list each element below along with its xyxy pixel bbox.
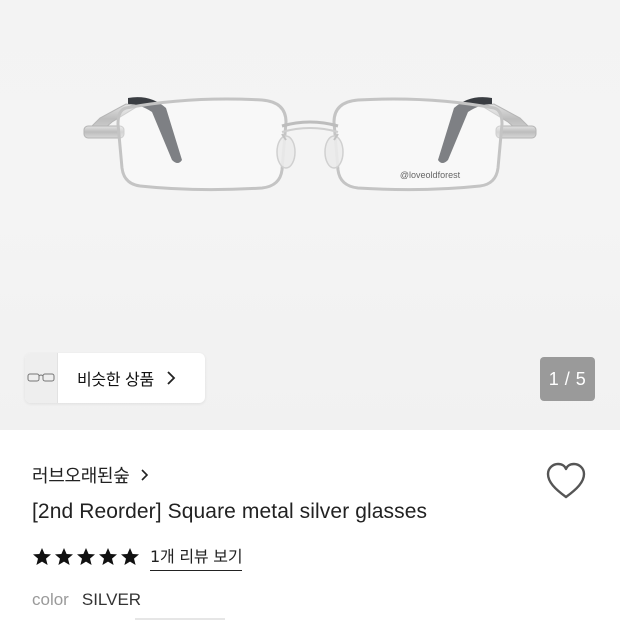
view-reviews-link[interactable]: 1개 리뷰 보기 xyxy=(150,543,243,571)
rating-row: 1개 리뷰 보기 xyxy=(32,543,243,571)
star-icon xyxy=(55,548,73,565)
star-icon xyxy=(77,548,95,565)
rating-stars xyxy=(32,547,140,567)
image-counter-badge: 1 / 5 xyxy=(540,357,595,401)
similar-products-button[interactable]: 비슷한 상품 xyxy=(25,353,205,403)
brand-link[interactable]: 러브오래된숲 xyxy=(32,462,149,488)
lens-imprint-text: @loveoldforest xyxy=(400,170,461,180)
similar-product-thumbnail xyxy=(25,353,58,403)
heart-icon[interactable] xyxy=(545,462,587,500)
star-icon xyxy=(121,548,139,565)
star-icon xyxy=(99,548,117,565)
color-value: SILVER xyxy=(81,590,142,609)
product-title: [2nd Reorder] Square metal silver glasse… xyxy=(32,500,428,523)
color-label: color xyxy=(32,590,69,609)
glasses-thumbnail-icon xyxy=(27,373,55,382)
product-info-section: 러브오래된숲 [2nd Reorder] Square metal silver… xyxy=(0,430,620,620)
color-option-row: color SILVER xyxy=(32,590,141,610)
product-image-carousel[interactable]: @loveoldforest 비슷한 상품 1 / 5 xyxy=(0,0,620,430)
chevron-right-icon xyxy=(167,371,176,385)
brand-name: 러브오래된숲 xyxy=(32,466,130,487)
star-icon xyxy=(33,548,51,565)
similar-products-label: 비슷한 상품 xyxy=(77,370,154,389)
chevron-right-icon xyxy=(140,469,148,481)
